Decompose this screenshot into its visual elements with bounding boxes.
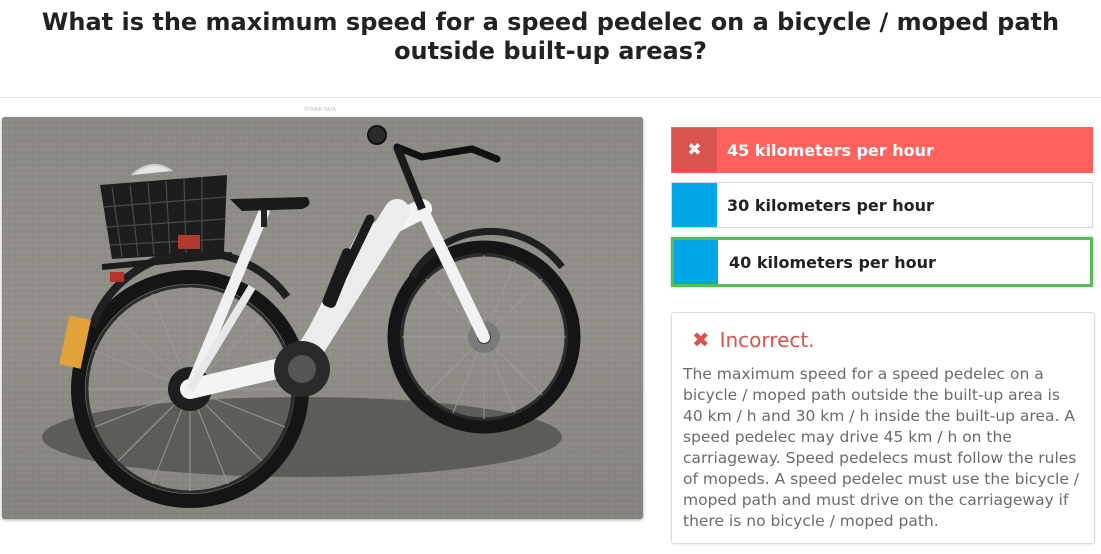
answer-marker — [674, 240, 718, 284]
header-divider — [0, 97, 1101, 98]
answer-label: 30 kilometers per hour — [727, 195, 934, 215]
quiz-page: What is the maximum speed for a speed pe… — [0, 0, 1101, 554]
answer-option-2[interactable]: 30 kilometers per hour — [671, 182, 1093, 228]
answer-option-3[interactable]: 40 kilometers per hour — [671, 237, 1093, 287]
answer-option-1[interactable]: ✖ 45 kilometers per hour — [671, 127, 1093, 173]
bicycle-illustration — [2, 117, 643, 519]
answer-marker — [672, 183, 717, 227]
feedback-panel: ✖ Incorrect. The maximum speed for a spe… — [671, 312, 1095, 544]
feedback-header: ✖ Incorrect. — [692, 328, 815, 352]
close-icon: ✖ — [687, 140, 702, 159]
answer-label: 45 kilometers per hour — [727, 140, 934, 160]
question-title: What is the maximum speed for a speed pe… — [41, 8, 1060, 65]
feedback-explanation: The maximum speed for a speed pedelec on… — [683, 365, 1079, 530]
close-icon: ✖ — [692, 328, 710, 352]
photo-credit: STRAIB DATA — [303, 107, 337, 113]
feedback-title: Incorrect. — [719, 328, 815, 352]
answer-marker: ✖ — [672, 128, 717, 172]
question-image — [2, 117, 643, 519]
answer-label: 40 kilometers per hour — [729, 252, 936, 272]
